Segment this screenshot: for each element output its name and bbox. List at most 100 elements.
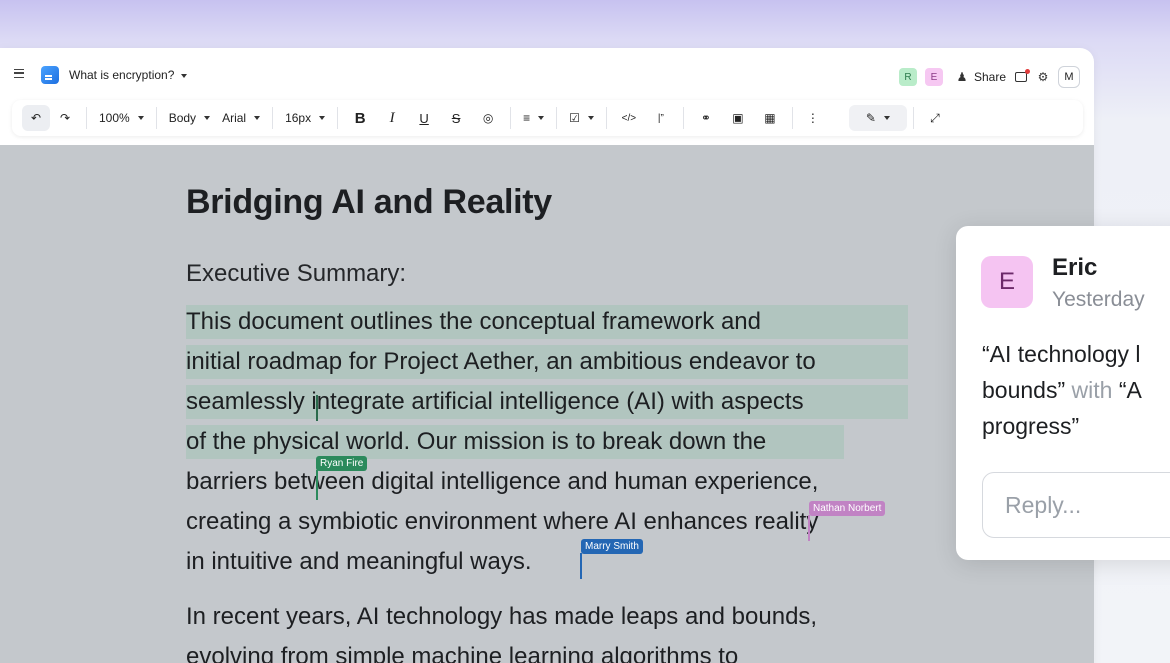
header-actions: R E ♟ Share ⚙ M [898,66,1080,88]
chevron-down-icon [538,116,545,120]
divider [155,107,157,129]
plain-text: In recent years, AI technology has made … [186,603,818,630]
style-select[interactable]: Body [163,105,216,131]
chevron-down-icon [204,116,211,120]
checklist-button[interactable]: ☑ [563,105,600,131]
chevron-down-icon [319,116,326,120]
expand-icon[interactable]: ⤢ [920,105,950,131]
comment-quote: bounds” [982,377,1066,403]
style-value: Body [168,111,197,125]
text-caret [316,395,318,421]
text-line: seamlessly integrate artificial intellig… [186,382,916,422]
comment-text: “AI technology l bounds” with “A progres… [982,336,1170,444]
plain-text: evolving from simple machine learning al… [186,643,739,663]
divider [682,107,684,129]
paragraph-1[interactable]: This document outlines the conceptual fr… [186,302,916,582]
more-icon[interactable]: ⋮ [799,105,827,131]
document-heading: Bridging AI and Reality [186,183,552,221]
comment-line: bounds” with “A [982,372,1170,408]
divider [605,107,607,129]
reply-input[interactable]: Reply... [982,472,1170,538]
divider [272,107,274,129]
chevron-down-icon [883,116,890,120]
text-line: This document outlines the conceptual fr… [186,302,916,342]
paragraph-2[interactable]: In recent years, AI technology has made … [186,597,916,663]
font-select[interactable]: Arial [216,105,266,131]
divider [337,107,339,129]
document-title[interactable]: What is encryption? [69,68,174,82]
plain-text: in intuitive and meaningful ways. [186,548,532,575]
highlighted-text: This document outlines the conceptual fr… [186,305,908,339]
document-body[interactable]: Bridging AI and Reality Executive Summar… [186,183,916,663]
cursor-label-ryan: Ryan Fire [316,456,368,471]
divider [86,107,87,129]
checklist-icon: ☑ [569,111,580,125]
collaborator-avatar[interactable]: R [898,68,917,86]
collaborator-cursor [316,470,318,500]
undo-icon: ↶ [30,111,42,125]
underline-button[interactable]: U [408,105,440,131]
title-bar: What is encryption? R E ♟ Share ⚙ M [0,48,1094,98]
collaborator-cursor [808,515,810,541]
align-button[interactable]: ≡ [517,105,550,131]
collaborator-cursor [580,553,582,579]
highlighted-text: seamlessly integrate artificial intellig… [186,385,908,419]
divider [556,107,558,129]
bold-button[interactable]: B [344,105,376,131]
redo-icon: ↷ [59,111,71,125]
hamburger-icon[interactable] [14,69,24,78]
text-line: evolving from simple machine learning al… [186,637,916,663]
gear-icon[interactable]: ⚙ [1036,70,1050,84]
font-value: Arial [222,111,247,125]
chevron-down-icon[interactable] [181,74,187,78]
zoom-select[interactable]: 100% [93,105,150,131]
share-icon: ♟ [956,70,968,84]
align-left-icon: ≡ [523,111,531,125]
palette-icon[interactable]: ◎ [472,105,504,131]
comment-icon[interactable] [1014,69,1030,84]
comment-card[interactable]: E Eric Yesterday “AI technology l bounds… [956,226,1170,560]
plain-text: barriers between digital intelligence an… [186,468,819,495]
chevron-down-icon [137,116,144,120]
share-label: Share [973,70,1006,84]
text-line: of the physical world. Our mission is to… [186,422,916,462]
table-icon[interactable]: ▦ [754,105,786,131]
image-icon[interactable]: ▣ [722,105,754,131]
highlighted-text: initial roadmap for Project Aether, an a… [186,345,908,379]
chevron-down-icon [587,116,594,120]
redo-button[interactable]: ↷ [50,105,80,131]
quote-icon[interactable]: |” [645,105,677,131]
cursor-label-marry: Marry Smith [581,539,643,554]
text-line: barriers between digital intelligence an… [186,462,916,502]
user-avatar[interactable]: M [1058,66,1080,88]
chevron-down-icon [254,116,261,120]
divider [912,107,914,129]
font-size-value: 16px [285,111,312,125]
collaborator-avatar[interactable]: E [924,68,943,86]
code-icon[interactable]: </> [613,105,645,131]
text-line: initial roadmap for Project Aether, an a… [186,342,916,382]
text-line: In recent years, AI technology has made … [186,597,916,637]
undo-button[interactable]: ↶ [22,105,50,131]
text-line: in intuitive and meaningful ways. [186,542,916,582]
comment-quote: “A [1118,377,1142,403]
divider [510,107,512,129]
comment-line: “AI technology l [982,341,1141,367]
divider [791,107,793,129]
highlighted-text: of the physical world. Our mission is to… [186,425,844,459]
comment-avatar: E [981,256,1033,308]
font-size-select[interactable]: 16px [279,105,331,131]
comment-timestamp: Yesterday [1052,288,1145,311]
link-icon[interactable]: ⚭ [690,105,722,131]
plain-text: creating a symbiotic environment where A… [186,508,819,535]
italic-button[interactable]: I [376,105,408,131]
edit-mode-button[interactable]: ✎ [848,105,907,131]
document-canvas[interactable]: Bridging AI and Reality Executive Summar… [0,145,1094,663]
share-button[interactable]: ♟ Share [955,70,1006,84]
comment-author: Eric [1052,254,1098,281]
section-heading: Executive Summary: [186,260,407,287]
comment-line: progress” [982,413,1080,439]
strikethrough-button[interactable]: S [440,105,472,131]
pencil-icon: ✎ [865,111,876,125]
